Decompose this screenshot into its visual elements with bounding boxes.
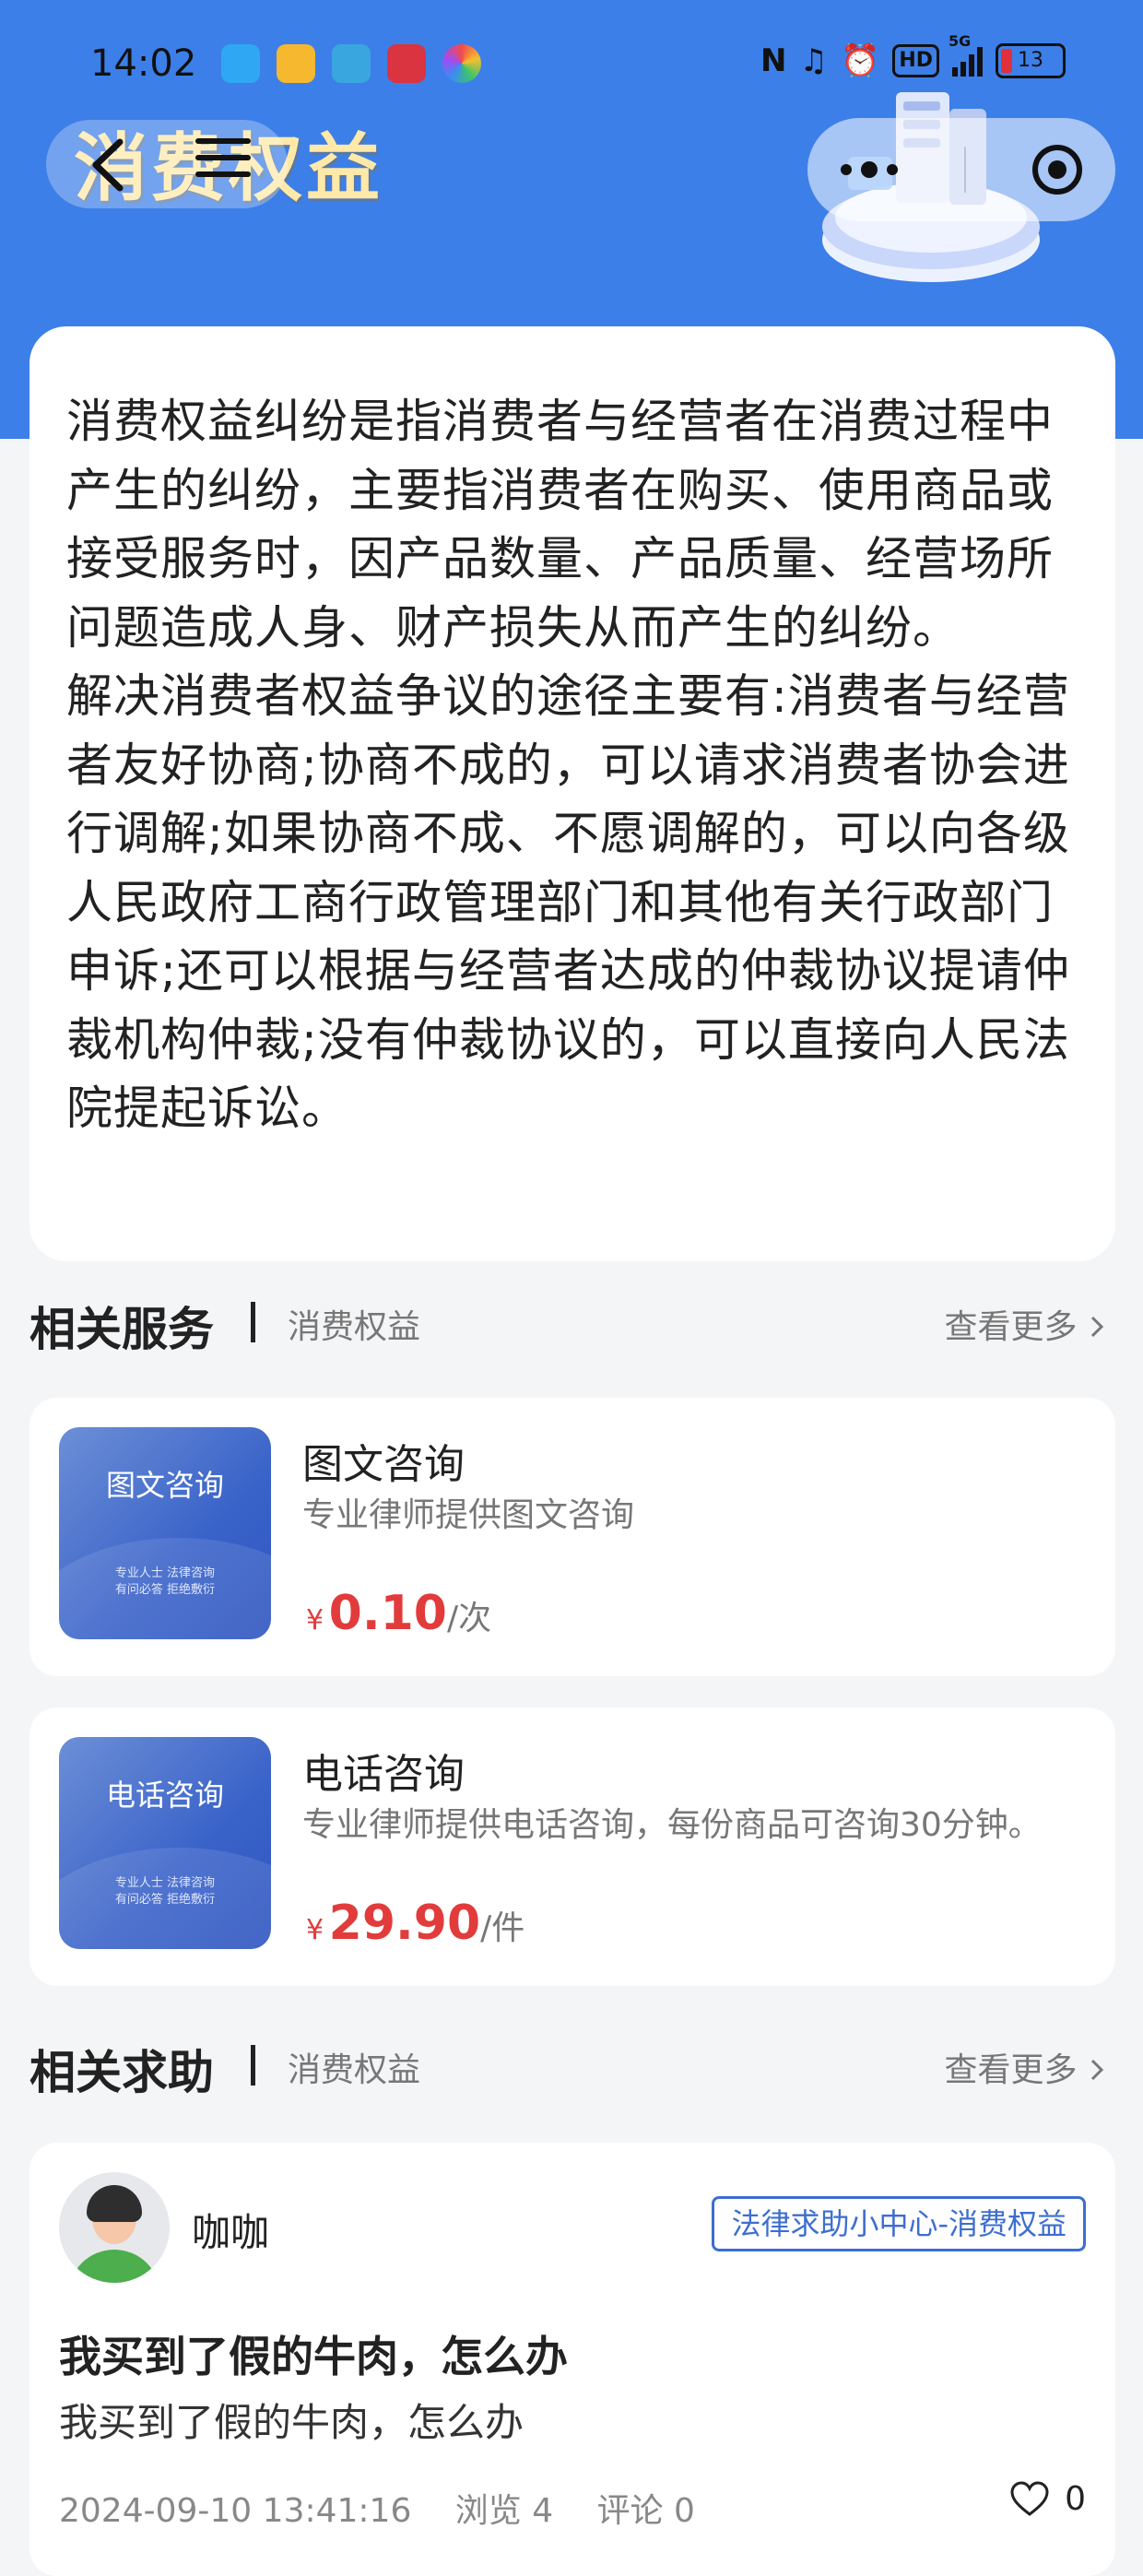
close-button[interactable] (1032, 145, 1082, 195)
comment-count: 评论 0 (596, 2492, 695, 2530)
intro-paragraph-2: 解决消费者权益争议的途径主要有:消费者与经营者友好协商;协商不成的，可以请求消费… (66, 669, 1070, 1135)
section-category: 消费权益 (288, 2051, 421, 2089)
notification-icons (221, 44, 481, 83)
service-price: ¥ 29.90/件 (306, 1896, 524, 1951)
chevron-right-icon (1090, 2059, 1104, 2081)
related-services-header: 相关服务 消费权益 查看更多 (29, 1293, 1114, 1356)
post-datetime: 2024-09-10 13:41:16 (59, 2492, 412, 2530)
service-thumbnail: 电话咨询 专业人士 法律咨询 有问必答 拒绝敷衍 (59, 1737, 271, 1949)
service-name: 图文咨询 (302, 1441, 465, 1488)
service-description: 专业律师提供图文咨询 (302, 1496, 635, 1534)
price-value: 29.90 (328, 1896, 481, 1951)
chevron-left-icon (92, 138, 124, 192)
hamburger-icon (195, 138, 251, 144)
intro-card: 消费权益纠纷是指消费者与经营者在消费过程中产生的纠纷，主要指消费者在购买、使用商… (29, 326, 1115, 1261)
view-more-label: 查看更多 (944, 2051, 1078, 2089)
qq-icon (221, 44, 260, 83)
related-help-header: 相关求助 消费权益 查看更多 (29, 2036, 1114, 2099)
view-more-services-link[interactable]: 查看更多 (945, 1300, 1106, 1348)
thumbnail-tagline: 专业人士 法律咨询 有问必答 拒绝敷衍 (114, 1876, 216, 1907)
price-unit: /件 (480, 1909, 525, 1947)
thumbnail-title: 图文咨询 (105, 1468, 224, 1503)
service-price: ¥ 0.10/次 (306, 1586, 491, 1641)
more-icon (841, 164, 852, 175)
help-post-meta: 2024-09-10 13:41:16 浏览 4 评论 0 (59, 2484, 728, 2532)
menu-button[interactable] (195, 138, 251, 188)
section-divider (251, 1302, 255, 1342)
service-description: 专业律师提供电话咨询，每份商品可咨询30分钟。 (302, 1806, 1042, 1844)
section-divider (251, 2045, 255, 2086)
service-thumbnail: 图文咨询 专业人士 法律咨询 有问必答 拒绝敷衍 (59, 1427, 271, 1639)
nfc-icon: N (760, 42, 787, 79)
heart-icon (1010, 2480, 1049, 2516)
app-color-icon (442, 44, 481, 83)
price-unit: /次 (446, 1600, 492, 1637)
price-value: 0.10 (328, 1586, 447, 1641)
currency-symbol: ¥ (306, 1914, 324, 1946)
view-more-label: 查看更多 (944, 1308, 1078, 1346)
back-button[interactable] (81, 135, 136, 195)
help-post-card[interactable]: 咖咖 法律求助小中心-消费权益 我买到了假的牛肉，怎么办 我买到了假的牛肉，怎么… (29, 2143, 1115, 2576)
user-name: 咖咖 (192, 2210, 270, 2255)
app-red-icon (387, 44, 426, 83)
more-button[interactable] (841, 161, 898, 178)
intro-paragraph-1: 消费权益纠纷是指消费者与经营者在消费过程中产生的纠纷，主要指消费者在购买、使用商… (66, 395, 1054, 655)
chevron-right-icon (1090, 1316, 1104, 1338)
miniprogram-capsule (807, 118, 1115, 221)
section-title: 相关求助 (29, 2046, 214, 2099)
status-time: 14:02 (90, 42, 197, 85)
telegram-icon (332, 44, 371, 83)
service-card-text-consult[interactable]: 图文咨询 专业人士 法律咨询 有问必答 拒绝敷衍 图文咨询 专业律师提供图文咨询… (29, 1398, 1115, 1676)
weibo-icon (277, 44, 315, 83)
service-name: 电话咨询 (302, 1751, 465, 1798)
view-more-help-link[interactable]: 查看更多 (945, 2043, 1106, 2091)
avatar (59, 2172, 170, 2283)
thumbnail-tagline: 专业人士 法律咨询 有问必答 拒绝敷衍 (114, 1566, 216, 1597)
view-count: 浏览 4 (454, 2492, 554, 2530)
like-count: 0 (1065, 2480, 1086, 2518)
currency-symbol: ¥ (306, 1604, 324, 1637)
capsule-divider (964, 147, 966, 193)
section-title: 相关服务 (29, 1303, 214, 1356)
service-card-phone-consult[interactable]: 电话咨询 专业人士 法律咨询 有问必答 拒绝敷衍 电话咨询 专业律师提供电话咨询… (29, 1707, 1115, 1986)
thumbnail-title: 电话咨询 (105, 1778, 224, 1813)
section-category: 消费权益 (288, 1308, 421, 1346)
like-button[interactable]: 0 (1009, 2480, 1086, 2518)
help-post-title: 我买到了假的牛肉，怎么办 (59, 2332, 568, 2381)
help-category-tag[interactable]: 法律求助小中心-消费权益 (712, 2196, 1086, 2251)
help-post-body: 我买到了假的牛肉，怎么办 (59, 2400, 524, 2445)
